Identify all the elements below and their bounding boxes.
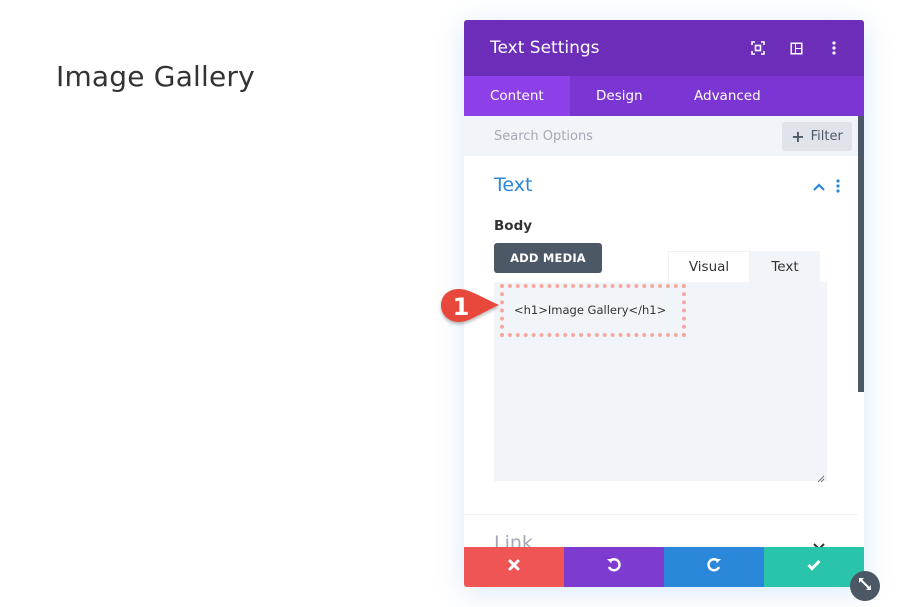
discard-button[interactable] bbox=[464, 547, 564, 587]
textarea-resize-grip[interactable] bbox=[815, 470, 825, 483]
section-divider bbox=[464, 514, 858, 515]
add-media-button[interactable]: ADD MEDIA bbox=[494, 243, 602, 273]
search-bar: + Filter bbox=[464, 116, 858, 156]
check-icon bbox=[807, 558, 821, 576]
filter-label: Filter bbox=[810, 129, 843, 144]
editor-tabs: Visual Text bbox=[668, 251, 820, 282]
close-icon bbox=[508, 558, 520, 576]
section-options-icon[interactable] bbox=[836, 178, 844, 196]
modal-header: Text Settings bbox=[464, 20, 864, 76]
search-options-input[interactable] bbox=[494, 128, 754, 144]
scrollbar-thumb[interactable] bbox=[858, 116, 864, 392]
text-section-title[interactable]: Text bbox=[494, 174, 532, 196]
callout-number: 1 bbox=[452, 293, 470, 321]
tab-advanced[interactable]: Advanced bbox=[668, 76, 761, 116]
text-settings-modal: Text Settings Content Design Advanced Se… bbox=[464, 20, 864, 587]
tab-content[interactable]: Content bbox=[464, 76, 570, 116]
editor-tab-visual[interactable]: Visual bbox=[668, 251, 750, 282]
editor-content: <h1>Image Gallery</h1> bbox=[514, 303, 667, 317]
tab-design[interactable]: Design bbox=[570, 76, 668, 116]
save-button[interactable] bbox=[764, 547, 864, 587]
redo-icon bbox=[706, 557, 722, 578]
page-heading: Image Gallery bbox=[56, 60, 255, 93]
undo-button[interactable] bbox=[564, 547, 664, 587]
settings-tabs: Content Design Advanced bbox=[464, 76, 864, 116]
resize-arrows-icon bbox=[857, 576, 873, 597]
focus-mode-icon[interactable] bbox=[748, 38, 768, 58]
redo-button[interactable] bbox=[664, 547, 764, 587]
chevron-up-icon[interactable] bbox=[812, 180, 826, 194]
split-view-icon[interactable] bbox=[786, 38, 806, 58]
filter-button[interactable]: + Filter bbox=[782, 122, 852, 151]
action-bar bbox=[464, 547, 864, 587]
modal-resize-handle[interactable] bbox=[850, 571, 880, 601]
modal-title: Text Settings bbox=[490, 38, 600, 58]
more-options-icon[interactable] bbox=[824, 38, 844, 58]
plus-icon: + bbox=[791, 126, 805, 146]
undo-icon bbox=[606, 557, 622, 578]
body-label: Body bbox=[494, 218, 533, 234]
editor-tab-text[interactable]: Text bbox=[750, 251, 820, 282]
header-icons bbox=[748, 38, 844, 58]
